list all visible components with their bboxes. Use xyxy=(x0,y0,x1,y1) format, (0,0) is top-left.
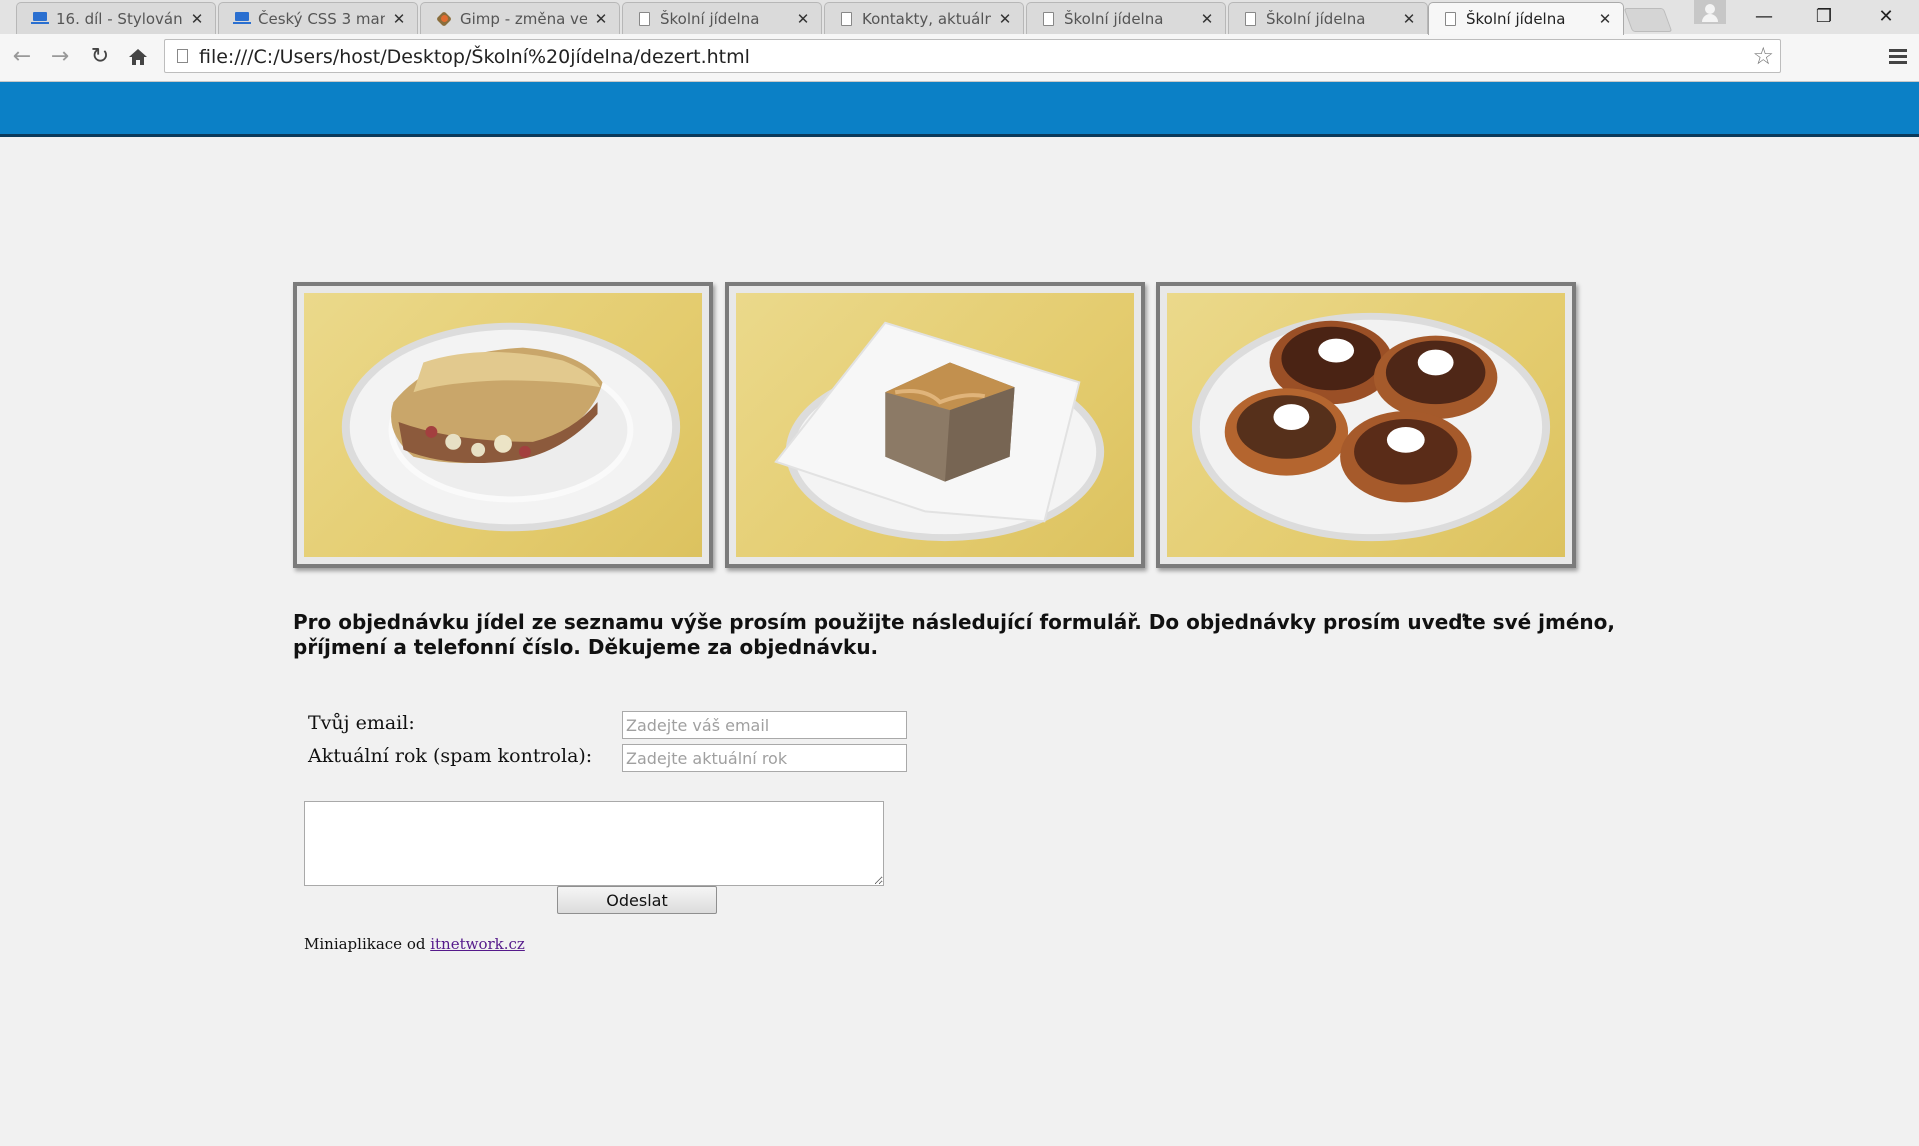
tab-close-icon[interactable]: ✕ xyxy=(795,10,811,28)
email-label: Tvůj email: xyxy=(308,712,415,734)
browser-tab-active[interactable]: Školní jídelna ✕ xyxy=(1428,2,1624,35)
browser-tab[interactable]: Školní jídelna ✕ xyxy=(1228,2,1428,34)
order-instructions: Pro objednávku jídel ze seznamu výše pro… xyxy=(293,610,1615,659)
tab-title: Český CSS 3 manu xyxy=(258,9,385,28)
message-textarea[interactable] xyxy=(304,801,884,886)
browser-tab[interactable]: Kontakty, aktuální ✕ xyxy=(824,2,1024,34)
menu-icon[interactable] xyxy=(1889,49,1907,65)
tab-title: Gimp - změna veli xyxy=(460,9,587,28)
tab-title: Školní jídelna xyxy=(1266,9,1366,28)
gimp-icon xyxy=(435,10,453,28)
minimize-button[interactable]: — xyxy=(1744,2,1784,32)
tab-title: Školní jídelna xyxy=(1466,10,1566,28)
tab-close-icon[interactable]: ✕ xyxy=(1199,10,1215,28)
itnetwork-link[interactable]: itnetwork.cz xyxy=(430,935,525,953)
tab-close-icon[interactable]: ✕ xyxy=(593,10,609,28)
profile-icon[interactable] xyxy=(1694,0,1726,24)
year-label: Aktuální rok (spam kontrola): xyxy=(308,745,593,767)
address-bar[interactable]: file:///C:/Users/host/Desktop/Školní%20j… xyxy=(164,39,1781,73)
email-field[interactable] xyxy=(622,711,907,739)
browser-toolbar: ← → ↻ file:///C:/Users/host/Desktop/Škol… xyxy=(0,34,1919,82)
apple-strudel-photo xyxy=(304,293,702,557)
laptop-icon xyxy=(31,12,49,25)
close-window-button[interactable]: ✕ xyxy=(1866,2,1906,32)
tab-strip: 16. díl - Stylování t ✕ Český CSS 3 manu… xyxy=(0,0,1919,35)
browser-tab[interactable]: Školní jídelna ✕ xyxy=(622,2,822,34)
tab-close-icon[interactable]: ✕ xyxy=(1401,10,1417,28)
browser-tab[interactable]: Český CSS 3 manu ✕ xyxy=(218,2,418,34)
page-header-bar xyxy=(0,82,1919,137)
restore-button[interactable]: ❐ xyxy=(1804,2,1844,32)
new-tab-button[interactable] xyxy=(1623,8,1673,32)
page-icon xyxy=(1245,11,1256,26)
footer-prefix: Miniaplikace od xyxy=(304,935,431,953)
tab-title: Školní jídelna xyxy=(660,9,760,28)
home-icon[interactable] xyxy=(124,43,152,71)
page-icon xyxy=(1445,12,1456,26)
page-icon xyxy=(1043,11,1054,26)
browser-tab[interactable]: Školní jídelna ✕ xyxy=(1026,2,1226,34)
tab-close-icon[interactable]: ✕ xyxy=(997,10,1013,28)
tab-close-icon[interactable]: ✕ xyxy=(1597,10,1613,28)
poppy-seed-cake-photo xyxy=(736,293,1134,557)
tab-close-icon[interactable]: ✕ xyxy=(391,10,407,28)
tab-title: Kontakty, aktuální xyxy=(862,9,991,28)
dessert-photo xyxy=(293,282,713,568)
forward-arrow-icon[interactable]: → xyxy=(46,43,74,71)
address-url[interactable]: file:///C:/Users/host/Desktop/Školní%20j… xyxy=(199,46,750,68)
footer-credit: Miniaplikace od itnetwork.cz xyxy=(304,935,525,953)
submit-button[interactable]: Odeslat xyxy=(557,886,717,914)
back-arrow-icon[interactable]: ← xyxy=(8,43,36,71)
dessert-photo xyxy=(1156,282,1576,568)
dessert-photo xyxy=(725,282,1145,568)
year-field[interactable] xyxy=(622,744,907,772)
browser-tab[interactable]: Gimp - změna veli ✕ xyxy=(420,2,620,34)
browser-tab[interactable]: 16. díl - Stylování t ✕ xyxy=(16,2,216,34)
doughnuts-with-cream-photo xyxy=(1167,293,1565,557)
page-icon xyxy=(841,11,852,26)
page-icon xyxy=(177,49,188,63)
laptop-icon xyxy=(233,12,251,25)
tab-title: Školní jídelna xyxy=(1064,9,1164,28)
tab-title: 16. díl - Stylování t xyxy=(56,9,183,28)
reload-icon[interactable]: ↻ xyxy=(86,43,114,71)
page-icon xyxy=(639,11,650,26)
tab-close-icon[interactable]: ✕ xyxy=(189,10,205,28)
bookmark-star-icon[interactable]: ☆ xyxy=(1752,42,1774,70)
